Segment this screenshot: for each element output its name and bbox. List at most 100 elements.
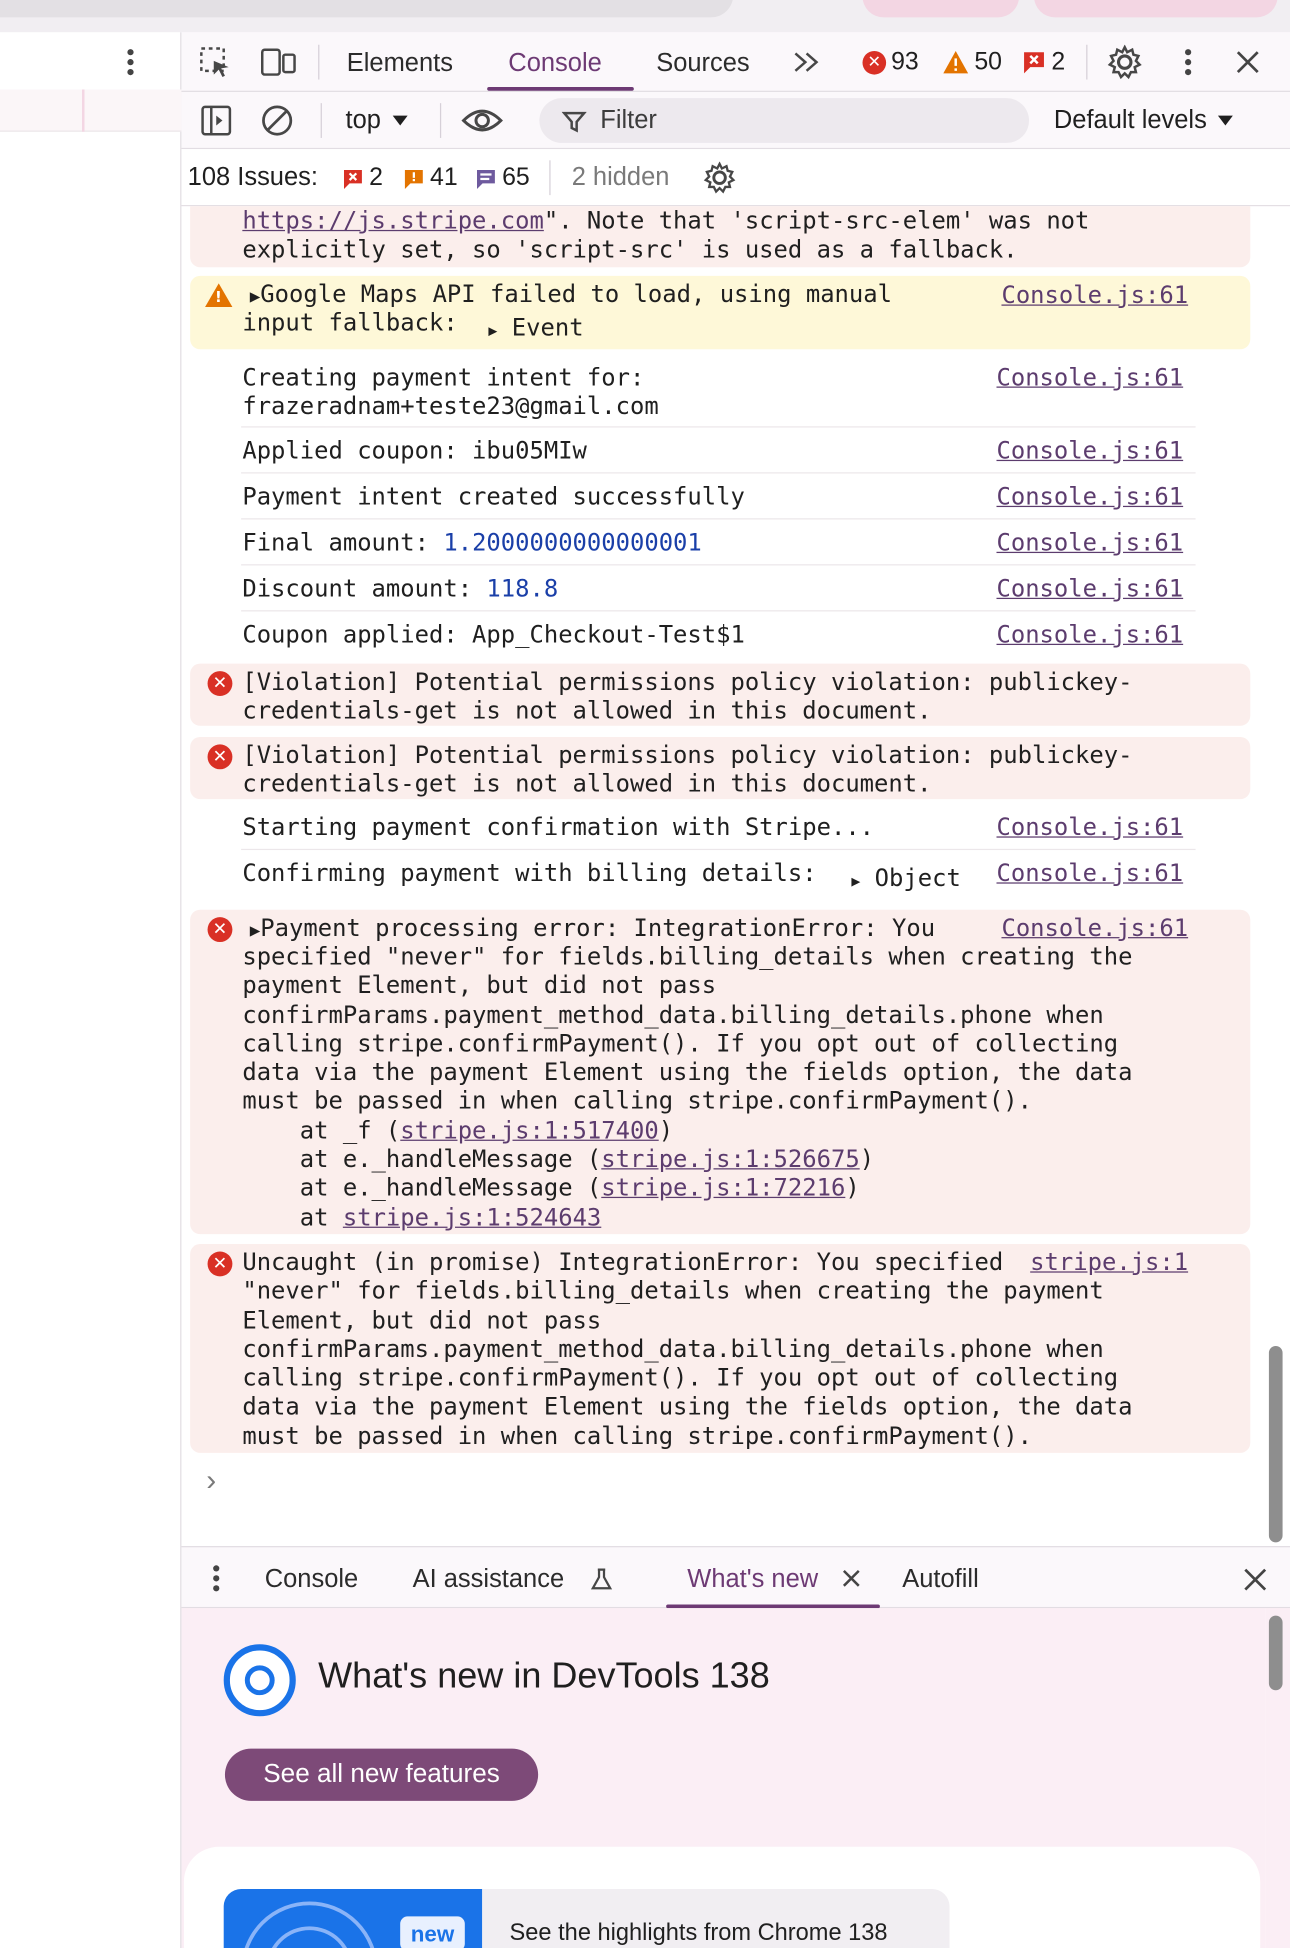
console-log-confirming-billing[interactable]: Confirming payment with billing details:…	[241, 850, 1195, 902]
console-log-starting-confirmation[interactable]: Starting payment confirmation with Strip…	[241, 804, 1196, 851]
source-link[interactable]: stripe.js:1	[1030, 1248, 1188, 1277]
console-error-violation[interactable]: ✕ [Violation] Potential permissions poli…	[190, 663, 1251, 726]
error-counter[interactable]: ✕ 93	[862, 47, 919, 77]
drawer-tab-whats-new[interactable]: What's new	[687, 1565, 818, 1595]
expand-triangle-icon[interactable]: ▶	[851, 867, 860, 896]
console-log-intent-created[interactable]: Payment intent created successfully Cons…	[241, 474, 1196, 520]
page-viewport-strip	[0, 32, 182, 1948]
uncaught-line1: Uncaught (in promise) IntegrationError: …	[242, 1247, 1004, 1277]
see-all-features-button[interactable]: See all new features	[224, 1748, 539, 1801]
issues-counter[interactable]: 2	[1022, 47, 1065, 77]
live-expression-eye-icon[interactable]	[460, 103, 505, 138]
processing-line6: data via the payment Element using the f…	[242, 1057, 1133, 1087]
toolbar-divider-3	[320, 103, 322, 138]
error-icon: ✕	[862, 50, 887, 74]
ai-assistance-label: AI assistance	[412, 1564, 565, 1594]
warning-counter[interactable]: 50	[942, 47, 1002, 77]
filter-input[interactable]: Filter	[539, 98, 1030, 143]
log-levels-dropdown[interactable]: Default levels	[1054, 106, 1234, 136]
highlight-text[interactable]: See the highlights from Chrome 138	[510, 1920, 888, 1947]
settings-gear-icon[interactable]	[1106, 43, 1143, 80]
console-log-coupon-applied[interactable]: Coupon applied: App_Checkout-Test$1 Cons…	[241, 611, 1195, 657]
close-devtools-icon[interactable]	[1233, 47, 1263, 77]
uncaught-line3: Element, but did not pass	[242, 1305, 602, 1335]
stack-link-2[interactable]: stripe.js:1:526675	[601, 1145, 859, 1174]
console-log-creating-intent[interactable]: Creating payment intent for: frazeradnam…	[241, 357, 1196, 428]
console-scrollbar-thumb[interactable]	[1268, 1345, 1283, 1543]
console-log-discount-amount[interactable]: Discount amount: 118.8 Console.js:61	[241, 565, 1196, 612]
source-link[interactable]: Console.js:61	[996, 813, 1183, 842]
source-link[interactable]: Console.js:61	[1001, 913, 1188, 942]
page-kebab-icon[interactable]	[117, 45, 144, 80]
console-error-violation[interactable]: ✕ [Violation] Potential permissions poli…	[190, 736, 1251, 800]
issues-info-counter[interactable]: 65	[475, 164, 530, 193]
tab-console[interactable]: Console	[508, 48, 601, 78]
source-link[interactable]: Console.js:61	[996, 363, 1183, 392]
drawer-kebab-icon[interactable]	[204, 1562, 229, 1594]
console-log-final-amount[interactable]: Final amount: 1.2000000000000001 Console…	[241, 519, 1196, 566]
stack-link-1[interactable]: stripe.js:1:517400	[400, 1116, 658, 1145]
dropdown-caret-icon	[392, 115, 408, 126]
drawer-tab-ai-assistance[interactable]: AI assistance	[413, 1565, 565, 1595]
customize-kebab-icon[interactable]	[1176, 45, 1201, 80]
source-link[interactable]: Console.js:61	[1001, 281, 1188, 310]
inspect-element-icon[interactable]	[196, 45, 233, 80]
tab-sources[interactable]: Sources	[656, 48, 749, 78]
console-warning-maps[interactable]: ! ▶ Google Maps API failed to load, using…	[190, 275, 1251, 350]
source-link[interactable]: Console.js:61	[996, 482, 1183, 511]
context-selector[interactable]: top	[345, 106, 408, 136]
device-toolbar-icon[interactable]	[259, 45, 299, 80]
console-error-csp[interactable]: https://js.stripe.com". Note that 'scrip…	[190, 206, 1251, 268]
source-link[interactable]: Console.js:61	[996, 528, 1183, 557]
issues-settings-gear-icon[interactable]	[701, 159, 738, 196]
browser-address-area[interactable]	[0, 0, 734, 18]
csp-message: https://js.stripe.com". Note that 'scrip…	[242, 206, 1089, 264]
sidebar-toggle-icon[interactable]	[199, 103, 234, 138]
close-drawer-icon[interactable]	[1240, 1565, 1270, 1595]
more-tabs-chevron-icon[interactable]	[790, 47, 822, 77]
applied-coupon-message: Applied coupon: ibu05MIw	[242, 436, 587, 465]
violation-message: [Violation] Potential permissions policy…	[242, 667, 1132, 725]
issues-warning-counter[interactable]: 41	[403, 164, 458, 193]
confirming-billing-message: Confirming payment with billing details:	[242, 858, 817, 888]
csp-line1: ". Note that 'script-src-elem' was not	[543, 206, 1090, 235]
console-prompt-icon[interactable]: ›	[206, 1464, 216, 1499]
violation-line1: [Violation] Potential permissions policy…	[242, 667, 1133, 696]
browser-action-chip[interactable]	[1034, 0, 1278, 18]
uncaught-line6: data via the payment Element using the f…	[242, 1392, 1133, 1422]
issues-error-counter[interactable]: 2	[342, 164, 383, 193]
drawer-tab-console[interactable]: Console	[265, 1565, 358, 1595]
filter-funnel-icon	[561, 111, 587, 133]
discount-amount-label: Discount amount:	[242, 574, 487, 603]
drawer-tab-autofill[interactable]: Autofill	[902, 1565, 978, 1595]
console-log-applied-coupon[interactable]: Applied coupon: ibu05MIw Console.js:61	[241, 428, 1196, 474]
clear-console-icon[interactable]	[259, 103, 296, 138]
close-tab-icon[interactable]	[840, 1567, 862, 1589]
source-link[interactable]: Console.js:61	[996, 574, 1183, 603]
console-scrollbar[interactable]	[1265, 206, 1290, 1547]
paren: )	[859, 1144, 875, 1174]
maps-event-object[interactable]: ▶ Event	[488, 313, 583, 346]
stack-link-4[interactable]: stripe.js:1:524643	[343, 1203, 601, 1232]
whats-new-title: What's new in DevTools 138	[318, 1656, 770, 1697]
source-link[interactable]: Console.js:61	[996, 436, 1183, 465]
context-selector-value: top	[345, 105, 381, 135]
starting-confirmation-message: Starting payment confirmation with Strip…	[242, 812, 875, 842]
error-icon: ✕	[207, 1251, 233, 1277]
active-tab-indicator	[487, 86, 634, 91]
new-badge: new	[400, 1916, 465, 1948]
console-error-processing[interactable]: ✕ ▶Payment processing error: Integration…	[190, 909, 1251, 1235]
console-error-uncaught[interactable]: ✕ Uncaught (in promise) IntegrationError…	[190, 1244, 1251, 1453]
tab-elements[interactable]: Elements	[347, 48, 453, 78]
issue-error-icon	[344, 169, 362, 189]
console-messages[interactable]: https://js.stripe.com". Note that 'scrip…	[181, 206, 1266, 1547]
expand-triangle-icon[interactable]: ▶	[488, 317, 497, 346]
source-link[interactable]: Console.js:61	[996, 859, 1183, 888]
stack-link-3[interactable]: stripe.js:1:72216	[601, 1174, 845, 1203]
billing-object[interactable]: ▶ Object	[851, 864, 961, 897]
source-link[interactable]: Console.js:61	[996, 620, 1183, 649]
whats-new-scrollbar-thumb[interactable]	[1268, 1615, 1283, 1691]
csp-stripe-link[interactable]: https://js.stripe.com	[242, 206, 543, 235]
browser-profile-chip[interactable]	[862, 0, 1020, 18]
issues-warning-count: 41	[430, 164, 458, 192]
